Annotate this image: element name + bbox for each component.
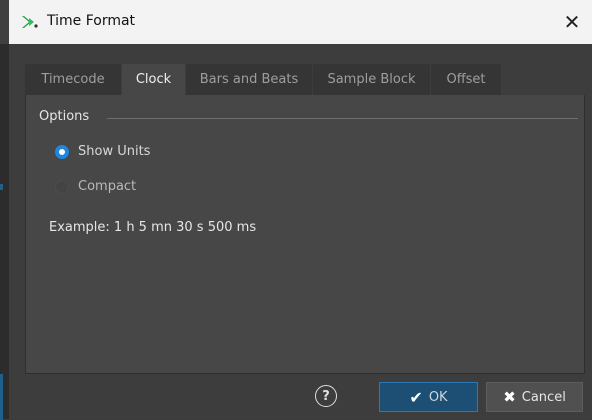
dialog-body: Timecode Clock Bars and Beats Sample Blo… <box>9 44 592 419</box>
group-divider <box>107 118 578 119</box>
app-logo-icon <box>21 14 39 30</box>
radio-unselected-icon[interactable] <box>55 179 69 194</box>
radio-selected-icon[interactable] <box>55 144 69 159</box>
tab-clock[interactable]: Clock <box>122 64 185 96</box>
tab-sample-block[interactable]: Sample Block <box>313 64 430 95</box>
help-icon[interactable]: ? <box>315 385 337 407</box>
example-text: Example: 1 h 5 mn 30 s 500 ms <box>49 220 257 235</box>
radio-compact[interactable]: Compact <box>55 179 136 194</box>
tab-bars-and-beats[interactable]: Bars and Beats <box>186 64 312 95</box>
checkmark-icon: ✔ <box>409 387 423 407</box>
close-icon[interactable]: ✕ <box>558 8 586 36</box>
cancel-label: Cancel <box>521 389 566 405</box>
ok-label: OK <box>428 389 448 405</box>
options-group-label: Options <box>39 109 90 124</box>
radio-show-units[interactable]: Show Units <box>55 144 150 159</box>
tab-offset[interactable]: Offset <box>431 64 501 95</box>
clock-panel: Options Show Units Compact Example: 1 h … <box>25 95 585 374</box>
background-window-edge <box>0 44 9 420</box>
time-format-dialog: Time Format ✕ Timecode Clock Bars and Be… <box>0 0 592 420</box>
window-title: Time Format <box>47 13 136 29</box>
radio-label: Compact <box>78 179 137 194</box>
radio-label: Show Units <box>78 144 151 159</box>
ok-button[interactable]: ✔ OK <box>379 382 478 412</box>
title-bar: Time Format ✕ <box>9 0 592 44</box>
cross-icon: ✖ <box>503 388 516 406</box>
tab-timecode[interactable]: Timecode <box>25 64 121 95</box>
edge-accent <box>0 184 3 190</box>
edge-accent <box>0 374 3 420</box>
cancel-button[interactable]: ✖ Cancel <box>486 382 583 412</box>
